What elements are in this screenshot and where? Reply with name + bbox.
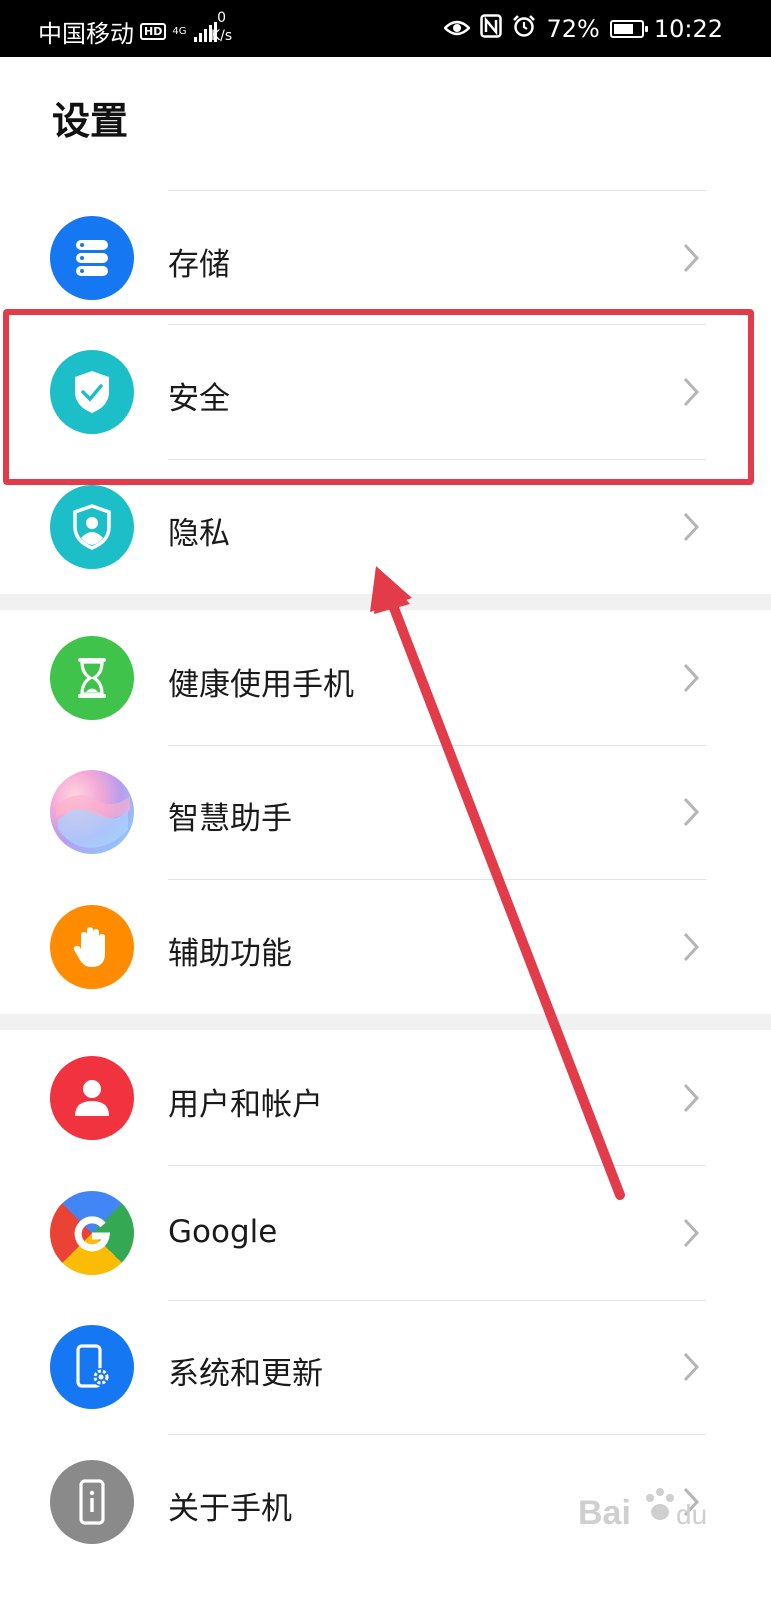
chevron-right-icon — [683, 663, 700, 693]
alarm-icon — [512, 14, 536, 44]
svg-text:Bai: Bai — [578, 1494, 631, 1532]
hd-badge: HD — [140, 23, 167, 40]
settings-item-label: 健康使用手机 — [168, 667, 354, 703]
highlight-box — [3, 309, 754, 485]
eye-icon — [443, 15, 472, 43]
chevron-right-icon — [683, 512, 700, 542]
chevron-right-icon — [683, 243, 700, 273]
settings-item-users-accounts[interactable]: 用户和帐户 — [0, 1031, 771, 1165]
settings-item-digital-balance[interactable]: 健康使用手机 — [0, 611, 771, 745]
baidu-watermark: Bai du — [578, 1480, 738, 1570]
section-gap — [0, 594, 771, 610]
settings-item-system-update[interactable]: 系统和更新 — [0, 1300, 771, 1434]
chevron-right-icon — [683, 797, 700, 827]
settings-item-label: 系统和更新 — [168, 1356, 323, 1392]
speed-unit: K/s — [211, 28, 233, 44]
settings-item-label: 用户和帐户 — [168, 1087, 323, 1123]
settings-item-smart-assistant[interactable]: 智慧助手 — [0, 745, 771, 879]
hand-icon — [50, 905, 134, 989]
battery-icon — [609, 20, 648, 38]
chevron-right-icon — [683, 932, 700, 962]
settings-item-label: 隐私 — [168, 516, 230, 552]
settings-item-google[interactable]: Google — [0, 1166, 771, 1300]
status-right: 72% 10:22 — [443, 14, 723, 44]
chevron-right-icon — [683, 1352, 700, 1382]
nfc-icon — [480, 14, 503, 44]
section-gap — [0, 1014, 771, 1030]
settings-item-storage[interactable]: 存储 — [0, 191, 771, 325]
phone-info-icon — [50, 1460, 134, 1544]
privacy-icon — [50, 485, 134, 569]
hourglass-icon — [50, 636, 134, 720]
status-left: 中国移动 HD 4G — [38, 14, 218, 49]
page-title: 设置 — [52, 99, 129, 143]
network-type: 4G — [172, 25, 187, 37]
settings-item-label: Google — [168, 1214, 278, 1250]
clock: 10:22 — [653, 15, 723, 43]
settings-item-label: 存储 — [168, 247, 230, 283]
baidu-paw-icon: Bai du — [578, 1488, 707, 1532]
speed-value: 0 — [217, 10, 227, 26]
storage-icon — [50, 216, 134, 300]
status-bar: 中国移动 HD 4G 0 K/s 72% 10:22 — [0, 0, 771, 57]
settings-item-label: 关于手机 — [168, 1491, 292, 1527]
svg-text:du: du — [676, 1499, 707, 1530]
google-icon — [50, 1191, 134, 1275]
phone-gear-icon — [50, 1325, 134, 1409]
user-icon — [50, 1056, 134, 1140]
settings-item-label: 智慧助手 — [168, 801, 292, 837]
chevron-right-icon — [683, 1083, 700, 1113]
network-speed: 0 K/s — [211, 9, 232, 45]
carrier-label: 中国移动 — [38, 20, 134, 48]
battery-percent: 72% — [546, 15, 600, 43]
assistant-icon — [50, 770, 134, 854]
settings-item-accessibility[interactable]: 辅助功能 — [0, 880, 771, 1014]
settings-item-label: 辅助功能 — [168, 936, 292, 972]
chevron-right-icon — [683, 1218, 700, 1248]
